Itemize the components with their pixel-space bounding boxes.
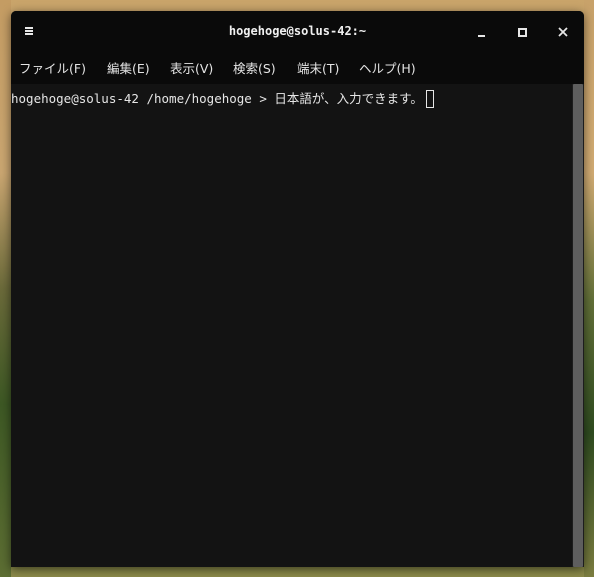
close-icon [558, 27, 568, 37]
terminal-input-text: 日本語が、入力できます。 [274, 91, 423, 106]
close-button[interactable] [553, 22, 573, 42]
terminal-prompt: hogehoge@solus-42 /home/hogehoge > [11, 91, 275, 106]
hamburger-menu-icon[interactable] [23, 25, 35, 37]
menu-search[interactable]: 検索(S) [233, 60, 276, 78]
terminal-window: hogehoge@solus-42:~ ファイル(F) 編集(E) 表示(V) … [11, 11, 584, 567]
menu-file[interactable]: ファイル(F) [19, 60, 86, 78]
desktop-wallpaper-left [0, 0, 11, 577]
terminal-area[interactable]: hogehoge@solus-42 /home/hogehoge > 日本語が、… [11, 84, 572, 567]
menu-view[interactable]: 表示(V) [170, 60, 213, 78]
menu-edit[interactable]: 編集(E) [107, 60, 150, 78]
scrollbar[interactable] [572, 84, 584, 567]
menu-help[interactable]: ヘルプ(H) [359, 60, 416, 78]
desktop-wallpaper-right [584, 0, 594, 577]
text-cursor [425, 90, 434, 108]
menu-bar: ファイル(F) 編集(E) 表示(V) 検索(S) 端末(T) ヘルプ(H) [11, 52, 584, 84]
maximize-button[interactable] [512, 22, 532, 42]
scrollbar-thumb[interactable] [573, 84, 583, 567]
title-bar[interactable]: hogehoge@solus-42:~ [11, 11, 584, 52]
minimize-button[interactable] [471, 22, 491, 42]
terminal-line: hogehoge@solus-42 /home/hogehoge > 日本語が、… [11, 89, 434, 109]
window-title: hogehoge@solus-42:~ [228, 24, 367, 38]
menu-terminal[interactable]: 端末(T) [297, 60, 339, 78]
